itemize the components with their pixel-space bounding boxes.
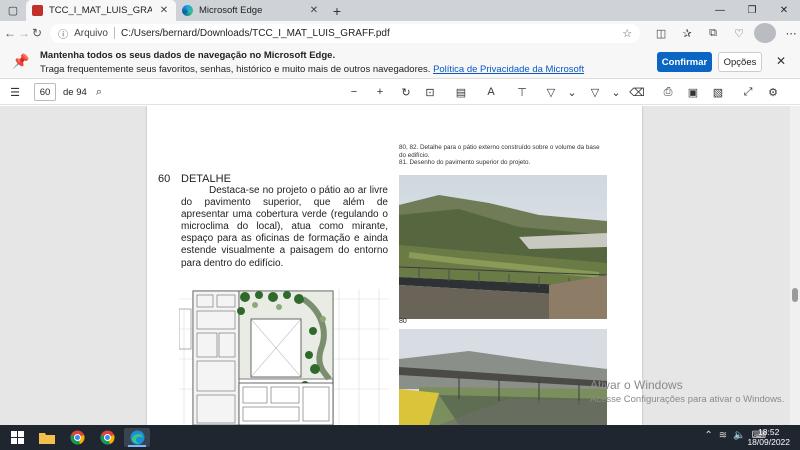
page-view-icon[interactable]: ▤ (452, 84, 470, 100)
edge-icon (182, 5, 193, 16)
add-text-icon[interactable]: ⊤ (513, 84, 531, 100)
file-explorer-icon[interactable] (34, 428, 60, 447)
tab-label: TCC_I_MAT_LUIS_GRAFF.pdf (49, 5, 152, 16)
scrollbar-thumb[interactable] (792, 288, 798, 302)
collections-icon[interactable]: ⧉ (702, 23, 724, 43)
zoom-in-icon[interactable]: + (371, 84, 389, 100)
start-windows-icon[interactable] (4, 428, 30, 447)
clock-date: 18/09/2022 (747, 437, 790, 447)
caption-line: 80, 82. Detalhe para o pátio externo con… (399, 144, 600, 159)
banner-text: Traga frequentemente seus favoritos, sen… (40, 64, 584, 75)
chevron-up-icon[interactable]: ⌃ (704, 430, 712, 441)
address-bar: ← → ↻ ⓘ Arquivo C:/Users/bernard/Downloa… (0, 21, 800, 45)
restore-icon[interactable]: ❐ (736, 0, 768, 21)
new-tab-button[interactable]: + (326, 0, 348, 21)
page-number-input[interactable]: 60 (34, 83, 56, 101)
url-scheme: Arquivo (74, 27, 108, 39)
chrome-icon[interactable] (64, 428, 90, 447)
split-screen-icon[interactable]: ◫ (650, 23, 672, 43)
close-tab-icon[interactable]: ✕ (158, 5, 170, 16)
pdf-icon (32, 5, 43, 16)
refresh-icon[interactable]: ↻ (32, 23, 42, 43)
forward-icon[interactable]: → (18, 23, 30, 43)
back-icon[interactable]: ← (4, 23, 16, 43)
clock-time: 18:52 (758, 427, 780, 437)
page-total: de 94 (63, 87, 87, 98)
tab-label: Microsoft Edge (199, 5, 263, 16)
options-button[interactable]: Opções (718, 52, 762, 72)
chrome-profile-icon[interactable] (94, 428, 120, 447)
url-divider (113, 27, 115, 39)
close-tab-icon[interactable]: ✕ (308, 5, 320, 16)
extensions-icon[interactable]: ♡ (728, 23, 750, 43)
volume-icon[interactable]: 🔈 (733, 430, 745, 441)
vertical-scrollbar[interactable] (790, 106, 800, 425)
print-icon[interactable]: ⎙ (659, 84, 677, 100)
body-text: Destaca-se no projeto o pátio ao ar livr… (181, 185, 388, 270)
save-as-icon[interactable]: ▧ (709, 84, 727, 100)
tab-pdf[interactable]: TCC_I_MAT_LUIS_GRAFF.pdf ✕ (26, 0, 176, 21)
windows-taskbar: ⌃ ≋ 🔈 ⌨ 18:52 18/09/2022 (0, 425, 800, 450)
draw-icon[interactable]: ▽ (542, 84, 560, 100)
body-paragraph: Destaca-se no projeto o pátio ao ar livr… (181, 185, 388, 269)
pdf-viewer[interactable]: 80, 82. Detalhe para o pátio externo con… (0, 106, 800, 425)
fullscreen-icon[interactable]: ⤢ (739, 84, 757, 100)
wifi-icon[interactable]: ≋ (719, 430, 727, 441)
tab-strip: ▢ TCC_I_MAT_LUIS_GRAFF.pdf ✕ Microsoft E… (0, 0, 800, 21)
pin-icon: 📌 (12, 53, 30, 69)
chevron-down-icon[interactable]: ⌄ (563, 84, 581, 100)
clock[interactable]: 18:52 18/09/2022 (747, 427, 790, 447)
courtyard-photo (399, 175, 607, 319)
search-icon[interactable]: ⌕ (90, 84, 108, 100)
floor-plan-drawing (178, 289, 389, 425)
confirm-button[interactable]: Confirmar (657, 52, 712, 72)
caption-line: 81. Desenho do pavimento superior do pro… (399, 159, 531, 167)
banner-text-body: Traga frequentemente seus favoritos, sen… (40, 64, 431, 75)
minimize-icon[interactable]: — (704, 0, 736, 21)
favorites-icon[interactable]: ✰ (676, 23, 698, 43)
photo-label: 80 (399, 318, 407, 325)
contents-icon[interactable]: ☰ (6, 84, 24, 100)
watermark-text: Acesse Configurações para ativar o Windo… (590, 394, 785, 405)
more-icon[interactable]: ⋯ (780, 23, 800, 43)
pdf-toolbar: ☰ 60 de 94 ⌕ − + ↻ ⊡ ▤ A ⊤ ▽ ⌄ ▽ ⌄ ⌫ ⎙ ▣… (0, 80, 800, 105)
browser-toolbar: ◫ ✰ ⧉ ♡ ⋯ (650, 23, 800, 43)
page-number: 60 (158, 173, 171, 185)
privacy-link[interactable]: Política de Privacidade da Microsoft (433, 64, 584, 75)
read-aloud-icon[interactable]: A (482, 84, 500, 100)
close-window-icon[interactable]: ✕ (768, 0, 800, 21)
settings-gear-icon[interactable]: ⚙ (764, 84, 782, 100)
terrace-photo (399, 329, 607, 425)
favorite-star-icon[interactable]: ☆ (622, 27, 632, 40)
url-field[interactable]: ⓘ Arquivo C:/Users/bernard/Downloads/TCC… (50, 23, 641, 43)
tab-microsoft-edge[interactable]: Microsoft Edge ✕ (176, 0, 326, 21)
highlight-icon[interactable]: ▽ (586, 84, 604, 100)
section-heading: DETALHE (181, 173, 231, 185)
window-controls: — ❐ ✕ (704, 0, 800, 21)
edge-taskbar-icon[interactable] (124, 428, 150, 447)
url-text: C:/Users/bernard/Downloads/TCC_I_MAT_LUI… (120, 27, 390, 39)
chevron-down-icon[interactable]: ⌄ (607, 84, 625, 100)
avatar[interactable] (754, 23, 777, 43)
rotate-icon[interactable]: ↻ (397, 84, 415, 100)
figure-caption: 80, 82. Detalhe para o pátio externo con… (399, 144, 607, 167)
tab-actions-icon[interactable]: ▢ (0, 0, 26, 21)
info-icon: ⓘ (58, 29, 69, 41)
activation-watermark: Ativar o Windows Acesse Configurações pa… (590, 378, 784, 405)
save-icon[interactable]: ▣ (684, 84, 702, 100)
close-icon[interactable]: ✕ (776, 54, 786, 68)
pdf-page: 80, 82. Detalhe para o pátio externo con… (147, 106, 642, 425)
watermark-title: Ativar o Windows (590, 378, 683, 392)
fit-page-icon[interactable]: ⊡ (421, 84, 439, 100)
banner-title: Mantenha todos os seus dados de navegaçã… (40, 50, 336, 61)
import-banner: 📌 Mantenha todos os seus dados de navega… (0, 45, 800, 79)
eraser-icon[interactable]: ⌫ (628, 84, 646, 100)
zoom-out-icon[interactable]: − (345, 84, 363, 100)
